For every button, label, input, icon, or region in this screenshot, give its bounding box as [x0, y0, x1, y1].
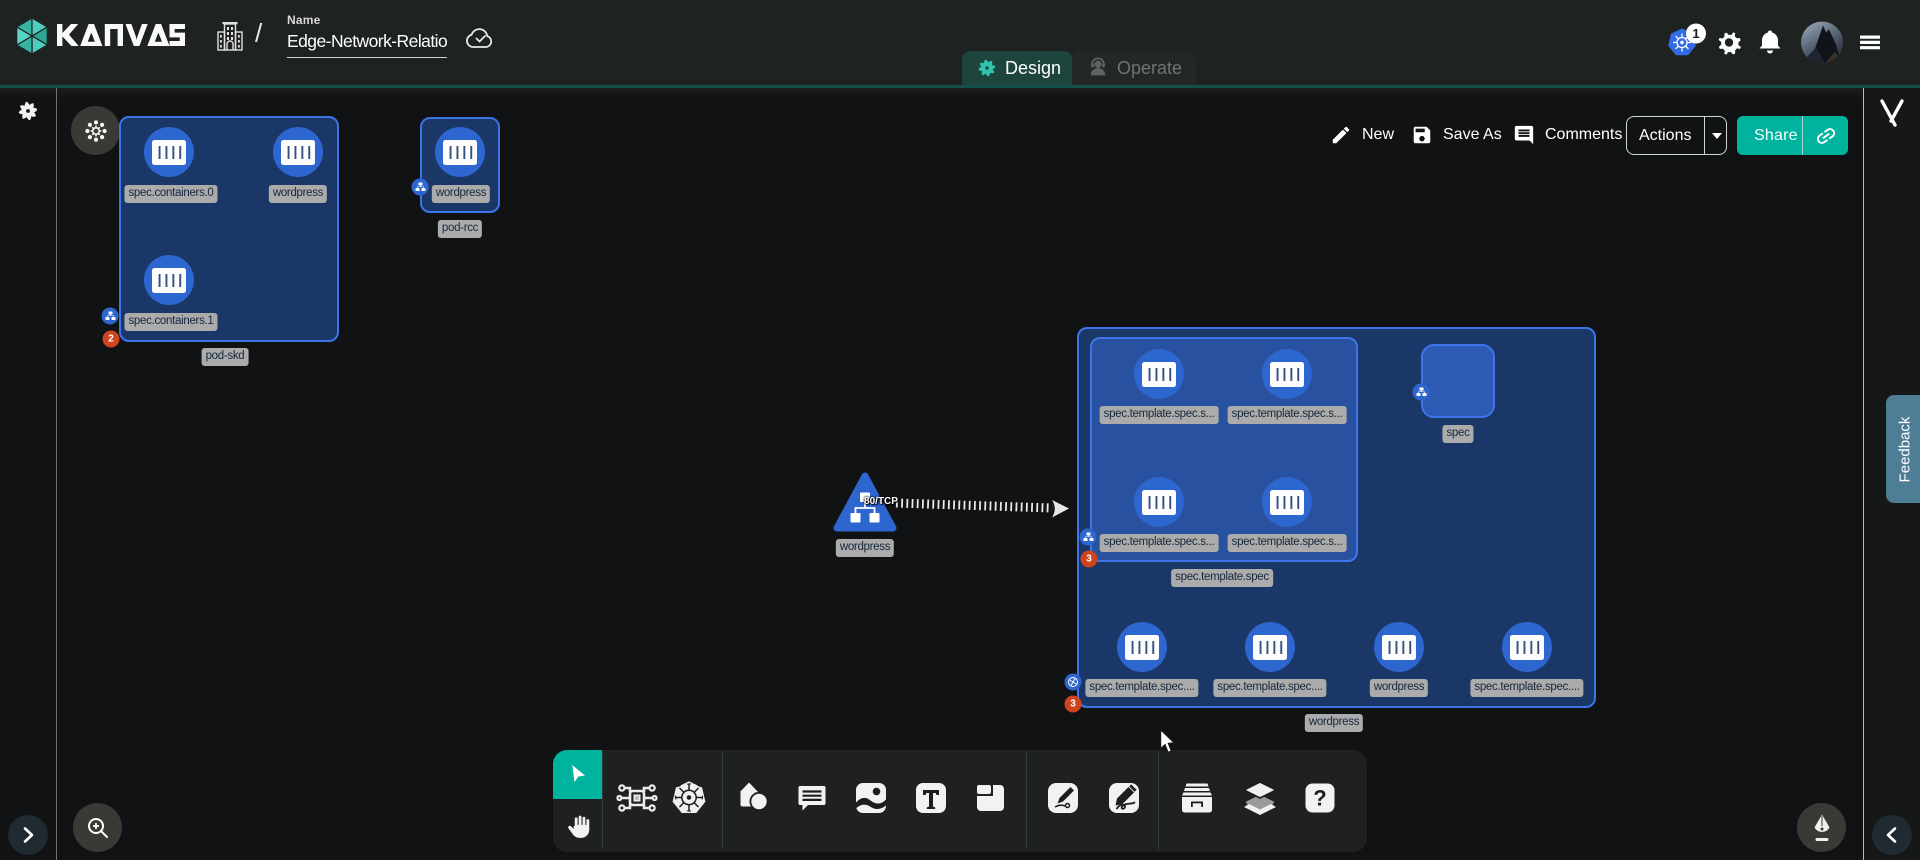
svg-text:?: ? [1313, 786, 1326, 811]
svg-text:1: 1 [1692, 26, 1699, 41]
